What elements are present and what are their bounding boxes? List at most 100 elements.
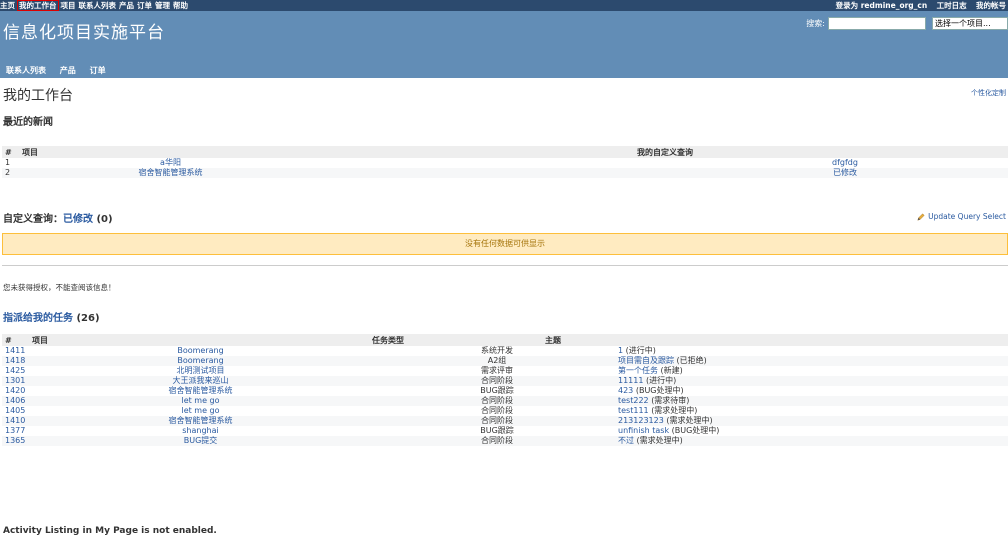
issue-type: 合同阶段 — [372, 406, 542, 416]
table-row: 1418 Boomerang A2组 项目需自及跟踪 (已拒绝) — [2, 356, 1008, 366]
top-menu-item-4[interactable]: 产品 — [119, 1, 134, 10]
issue-project-link[interactable]: Boomerang — [29, 356, 372, 366]
issue-subject-cell: 1 (进行中) — [542, 346, 1008, 356]
link-time-log[interactable]: 工时日志 — [937, 1, 967, 10]
top-menu-items: 主页 我的工作台 项目 联系人列表 产品 订单 管理 帮助 — [0, 0, 191, 11]
pencil-icon — [917, 212, 925, 221]
divider — [2, 265, 1008, 266]
main-menu-contacts[interactable]: 联系人列表 — [6, 66, 46, 75]
issue-type: 合同阶段 — [372, 416, 542, 426]
assigned-col-project: 项目 — [29, 334, 372, 346]
update-query-select-label: Update Query Select — [928, 212, 1006, 221]
issue-subject-cell: 第一个任务 (新建) — [542, 366, 1008, 376]
issue-subject-link[interactable]: test222 — [618, 396, 649, 405]
project-jump-select[interactable]: 选择一个项目... — [932, 17, 1008, 30]
news-id: 1 — [2, 158, 19, 168]
news-project-link[interactable]: 宿舍智能管理系统 — [19, 168, 322, 178]
issue-subject-cell: test222 (需求待审) — [542, 396, 1008, 406]
top-menu-item-6[interactable]: 管理 — [155, 1, 170, 10]
top-menu-item-7[interactable]: 帮助 — [173, 1, 188, 10]
issue-type: 需求评审 — [372, 366, 542, 376]
issue-project-link[interactable]: let me go — [29, 406, 372, 416]
issue-id-link[interactable]: 1411 — [2, 346, 29, 356]
top-menu-item-3[interactable]: 联系人列表 — [79, 1, 117, 10]
assigned-col-type: 任务类型 — [372, 334, 542, 346]
news-project-link[interactable]: a华阳 — [19, 158, 322, 168]
issue-status: (需求处理中) — [636, 436, 683, 445]
issue-project-link[interactable]: 宿舍智能管理系统 — [29, 416, 372, 426]
assigned-heading: 指派给我的任务 (26) — [3, 309, 100, 324]
news-query-link[interactable]: dfgfdg — [322, 158, 1008, 168]
issue-subject-link[interactable]: 项目需自及跟踪 — [618, 356, 674, 365]
link-my-account[interactable]: 我的帐号 — [976, 1, 1006, 10]
issue-status: (需求处理中) — [666, 416, 713, 425]
issue-id-link[interactable]: 1405 — [2, 406, 29, 416]
search-input[interactable] — [828, 17, 926, 30]
issue-type: A2组 — [372, 356, 542, 366]
header: 信息化项目实施平台 搜索: 选择一个项目... 联系人列表 产品 订单 — [0, 11, 1008, 78]
top-menu-item-1[interactable]: 我的工作台 — [17, 0, 59, 11]
assigned-heading-link[interactable]: 指派给我的任务 — [3, 313, 73, 324]
site-title[interactable]: 信息化项目实施平台 — [3, 18, 165, 43]
main-menu-products[interactable]: 产品 — [60, 66, 76, 75]
table-row: 1420 宿舍智能管理系统 BUG跟踪 423 (BUG处理中) — [2, 386, 1008, 396]
issue-project-link[interactable]: let me go — [29, 396, 372, 406]
table-row: 1301 大王派我来巡山 合同阶段 11111 (进行中) — [2, 376, 1008, 386]
table-row: 1406 let me go 合同阶段 test222 (需求待审) — [2, 396, 1008, 406]
issue-subject-link[interactable]: 不过 — [618, 436, 634, 445]
issue-subject-link[interactable]: test111 — [618, 406, 649, 415]
custom-query-count: (0) — [96, 214, 113, 225]
issue-project-link[interactable]: Boomerang — [29, 346, 372, 356]
news-heading: 最近的新闻 — [3, 117, 53, 128]
issue-status: (需求处理中) — [651, 406, 698, 415]
update-query-select-link[interactable]: Update Query Select — [917, 212, 1006, 221]
issue-subject-cell: 不过 (需求处理中) — [542, 436, 1008, 446]
table-row: 1405 let me go 合同阶段 test111 (需求处理中) — [2, 406, 1008, 416]
issue-type: 合同阶段 — [372, 436, 542, 446]
personalize-link[interactable]: 个性化定制 — [971, 88, 1006, 98]
issue-subject-link[interactable]: 第一个任务 — [618, 366, 658, 375]
issue-subject-link[interactable]: unfinish task — [618, 426, 669, 435]
issue-project-link[interactable]: 北明测试项目 — [29, 366, 372, 376]
issue-project-link[interactable]: 宿舍智能管理系统 — [29, 386, 372, 396]
table-row: 2 宿舍智能管理系统 已修改 — [2, 168, 1008, 178]
issue-subject-link[interactable]: 423 — [618, 386, 633, 395]
main-menu-orders[interactable]: 订单 — [90, 66, 106, 75]
top-menu-item-5[interactable]: 订单 — [137, 1, 152, 10]
news-id: 2 — [2, 168, 19, 178]
issue-id-link[interactable]: 1418 — [2, 356, 29, 366]
issue-type: 合同阶段 — [372, 376, 542, 386]
issue-id-link[interactable]: 1406 — [2, 396, 29, 406]
news-col-project: 项目 — [19, 146, 322, 158]
table-row: 1411 Boomerang 系统开发 1 (进行中) — [2, 346, 1008, 356]
assigned-issues-table: # 项目 任务类型 主题 1411 Boomerang 系统开发 1 (进行中) 141… — [2, 334, 1008, 446]
top-menu-item-0[interactable]: 主页 — [0, 1, 15, 10]
issue-status: (BUG处理中) — [635, 386, 684, 395]
top-menu-item-2[interactable]: 项目 — [61, 1, 76, 10]
issue-id-link[interactable]: 1365 — [2, 436, 29, 446]
issue-subject-link[interactable]: 1 — [618, 346, 623, 355]
assigned-col-subject: 主题 — [542, 334, 1008, 346]
issue-id-link[interactable]: 1410 — [2, 416, 29, 426]
issue-type: BUG跟踪 — [372, 426, 542, 436]
issue-status: (需求待审) — [651, 396, 690, 405]
news-query-link[interactable]: 已修改 — [322, 168, 1008, 178]
issue-project-link[interactable]: shanghai — [29, 426, 372, 436]
issue-id-link[interactable]: 1425 — [2, 366, 29, 376]
issue-id-link[interactable]: 1301 — [2, 376, 29, 386]
issue-project-link[interactable]: BUG提交 — [29, 436, 372, 446]
issue-status: (进行中) — [646, 376, 677, 385]
no-data-message: 没有任何数据可供显示 — [2, 233, 1008, 255]
table-row: 1410 宿舍智能管理系统 合同阶段 213123123 (需求处理中) — [2, 416, 1008, 426]
news-table: # 项目 我的自定义查询 1 a华阳 dfgfdg 2 宿舍智能管理系统 已修改 — [2, 146, 1008, 178]
custom-query-name-link[interactable]: 已修改 — [63, 214, 93, 225]
auth-note: 您未获得授权，不能查阅该信息！ — [3, 283, 116, 292]
custom-query-label: 自定义查询： — [3, 214, 63, 225]
issue-project-link[interactable]: 大王派我来巡山 — [29, 376, 372, 386]
issue-subject-cell: 11111 (进行中) — [542, 376, 1008, 386]
issue-subject-link[interactable]: 11111 — [618, 376, 643, 385]
issue-status: (新建) — [660, 366, 683, 375]
issue-id-link[interactable]: 1420 — [2, 386, 29, 396]
issue-id-link[interactable]: 1377 — [2, 426, 29, 436]
issue-subject-link[interactable]: 213123123 — [618, 416, 664, 425]
